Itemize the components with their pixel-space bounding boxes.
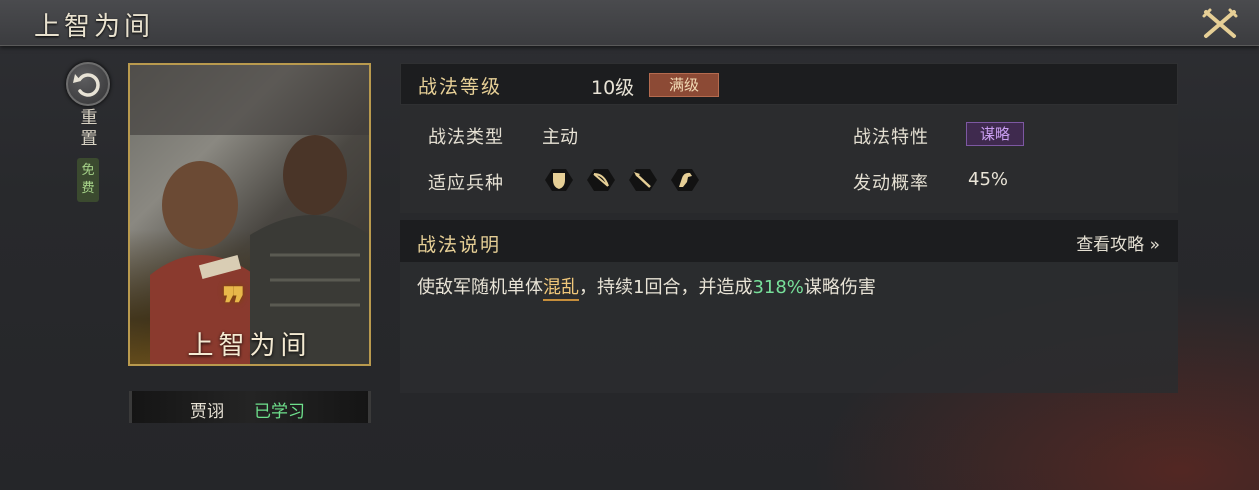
description-part2: ，持续1回合，并造成	[579, 277, 753, 298]
close-button[interactable]	[1200, 6, 1240, 42]
owner-name: 贾诩	[190, 402, 224, 422]
card-quote-mark: ❞	[222, 279, 246, 330]
learned-status: 已学习	[254, 402, 305, 422]
window-title: 上智为间	[34, 12, 155, 42]
max-level-badge: 满级	[649, 73, 719, 97]
damage-percent: 318%	[752, 277, 804, 298]
description-header: 战法说明 查看攻略 »	[400, 220, 1178, 262]
reset-button[interactable]	[66, 62, 110, 106]
level-panel: 战法等级 10级 满级	[400, 63, 1178, 105]
troops-label: 适应兵种	[428, 173, 504, 194]
tactic-detail-window: 上智为间 重置 免费 ❞ 上智为间 贾诩 已学习 战法等级 10级 满级 战法类…	[0, 0, 1259, 490]
description-text: 使敌军随机单体混乱，持续1回合，并造成318%谋略伤害	[417, 273, 876, 301]
shield-icon[interactable]	[542, 166, 576, 194]
reset-label: 重置	[80, 108, 98, 149]
rate-value: 45%	[968, 169, 1009, 190]
type-label: 战法类型	[428, 127, 504, 148]
card-artwork	[130, 65, 369, 364]
rate-label: 发动概率	[853, 173, 929, 194]
owner-bar: 贾诩 已学习	[129, 391, 371, 423]
free-badge: 免费	[77, 158, 99, 202]
description-body: 使敌军随机单体混乱，持续1回合，并造成318%谋略伤害	[400, 262, 1178, 393]
description-part1: 使敌军随机单体	[417, 277, 543, 298]
tactic-card: ❞ 上智为间	[128, 63, 371, 366]
view-guide-link[interactable]: 查看攻略 »	[1076, 230, 1160, 255]
description-label: 战法说明	[417, 234, 502, 256]
close-icon	[1202, 8, 1238, 38]
trait-label: 战法特性	[853, 127, 929, 148]
spear-icon[interactable]	[626, 166, 660, 194]
level-value: 10级	[591, 77, 635, 99]
reset-group: 重置 免费	[62, 62, 116, 212]
undo-icon	[73, 73, 100, 97]
description-part3: 谋略伤害	[803, 277, 876, 298]
bow-icon[interactable]	[584, 166, 618, 194]
chaos-keyword[interactable]: 混乱	[543, 277, 579, 301]
type-value: 主动	[542, 127, 578, 148]
level-label: 战法等级	[418, 76, 503, 98]
trait-tag: 谋略	[966, 122, 1024, 146]
horse-icon[interactable]	[668, 166, 702, 194]
stats-panel: 战法类型 主动 战法特性 谋略 适应兵种 发动概率 45%	[400, 105, 1178, 213]
title-bar: 上智为间	[0, 0, 1259, 46]
card-name: 上智为间	[187, 331, 312, 361]
